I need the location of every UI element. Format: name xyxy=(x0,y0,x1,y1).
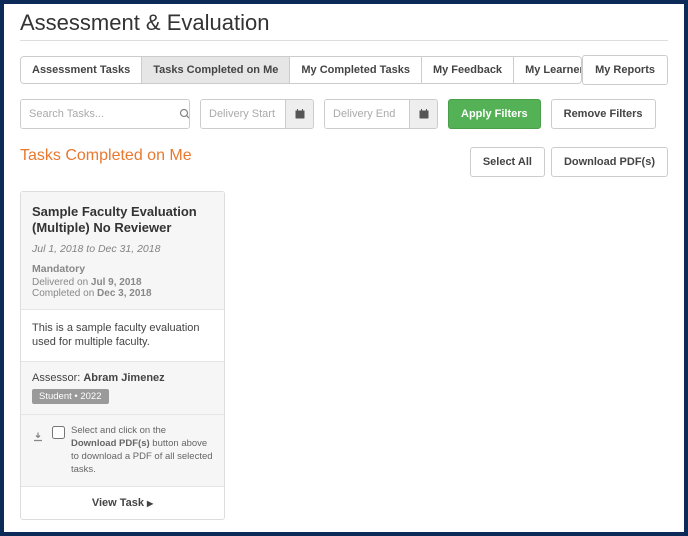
hint-pre: Select and click on the xyxy=(71,425,166,436)
delivered-line: Delivered on Jul 9, 2018 xyxy=(32,277,213,288)
view-task-label: View Task xyxy=(92,497,144,509)
tabs: Assessment Tasks Tasks Completed on Me M… xyxy=(20,56,582,84)
apply-filters-button[interactable]: Apply Filters xyxy=(448,99,541,129)
section-title: Tasks Completed on Me xyxy=(20,147,192,165)
completed-prefix: Completed on xyxy=(32,288,97,299)
section-header-row: Tasks Completed on Me Select All Downloa… xyxy=(20,147,668,177)
task-date-range: Jul 1, 2018 to Dec 31, 2018 xyxy=(32,243,213,255)
hint-bold: Download PDF(s) xyxy=(71,438,150,449)
remove-filters-button[interactable]: Remove Filters xyxy=(551,99,656,129)
tab-my-completed-tasks[interactable]: My Completed Tasks xyxy=(290,57,422,83)
my-reports-button[interactable]: My Reports xyxy=(582,55,668,85)
download-hint: Select and click on the Download PDF(s) … xyxy=(71,425,213,476)
select-task-checkbox[interactable] xyxy=(52,426,65,439)
calendar-icon[interactable] xyxy=(285,100,313,128)
select-all-button[interactable]: Select All xyxy=(470,147,545,177)
tab-assessment-tasks[interactable]: Assessment Tasks xyxy=(21,57,142,83)
download-pdfs-button[interactable]: Download PDF(s) xyxy=(551,147,668,177)
assessor-label: Assessor: xyxy=(32,372,83,384)
delivery-start-group xyxy=(200,99,314,129)
filters-row: Apply Filters Remove Filters xyxy=(20,99,668,129)
download-hint-row: Select and click on the Download PDF(s) … xyxy=(21,415,224,487)
delivery-end-group xyxy=(324,99,438,129)
search-icon[interactable] xyxy=(179,100,190,128)
download-icon xyxy=(32,431,44,446)
student-badge: Student • 2022 xyxy=(32,389,109,404)
tab-my-learners[interactable]: My Learners xyxy=(514,57,582,83)
completed-date: Dec 3, 2018 xyxy=(97,288,152,299)
card-header: Sample Faculty Evaluation (Multiple) No … xyxy=(21,192,224,310)
tab-my-feedback[interactable]: My Feedback xyxy=(422,57,514,83)
delivered-prefix: Delivered on xyxy=(32,277,91,288)
mandatory-label: Mandatory xyxy=(32,263,213,275)
assessor-row: Assessor: Abram Jimenez Student • 2022 xyxy=(21,362,224,415)
page-title: Assessment & Evaluation xyxy=(20,10,668,41)
caret-right-icon: ▶ xyxy=(147,499,153,508)
task-card: Sample Faculty Evaluation (Multiple) No … xyxy=(20,191,225,520)
tab-tasks-completed-on-me[interactable]: Tasks Completed on Me xyxy=(142,57,290,83)
topbar: Assessment Tasks Tasks Completed on Me M… xyxy=(20,55,668,85)
task-title: Sample Faculty Evaluation (Multiple) No … xyxy=(32,204,213,237)
view-task-button[interactable]: View Task▶ xyxy=(21,487,224,519)
calendar-icon[interactable] xyxy=(409,100,437,128)
search-input[interactable] xyxy=(21,100,179,128)
search-wrap xyxy=(20,99,190,129)
completed-line: Completed on Dec 3, 2018 xyxy=(32,288,213,299)
task-description: This is a sample faculty evaluation used… xyxy=(21,310,224,363)
assessor-name: Abram Jimenez xyxy=(83,372,164,384)
delivery-start-input[interactable] xyxy=(201,100,285,128)
delivery-end-input[interactable] xyxy=(325,100,409,128)
delivered-date: Jul 9, 2018 xyxy=(91,277,142,288)
